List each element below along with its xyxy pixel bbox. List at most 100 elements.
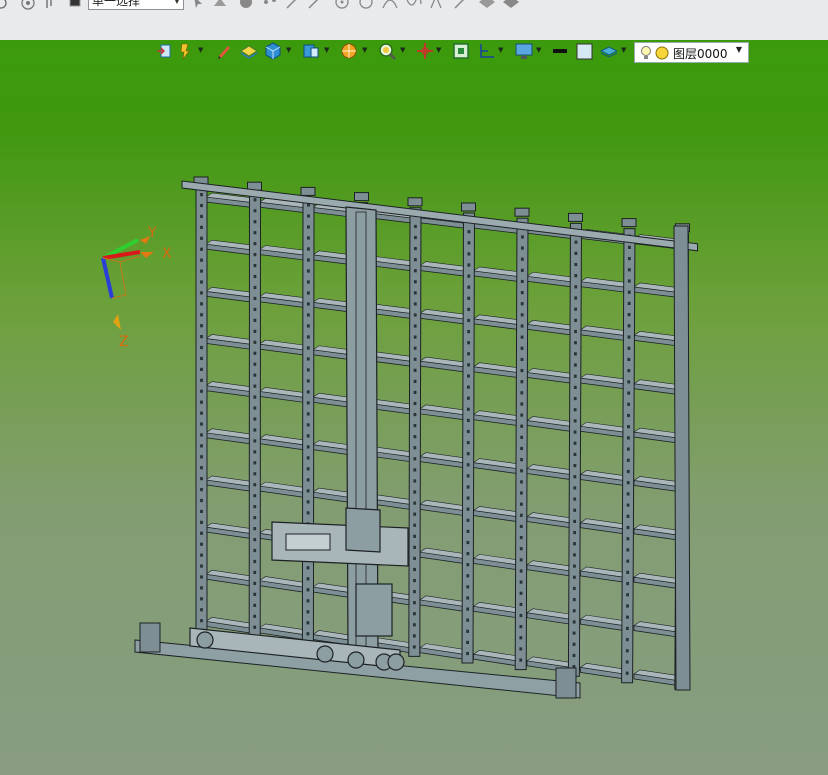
orbit-icon[interactable] <box>20 0 36 10</box>
rack-column-hole <box>253 516 257 520</box>
select-mode-dropdown[interactable]: 单一选择 ▼ <box>88 0 184 10</box>
rack-column-hole <box>466 463 470 467</box>
rack-column-hole <box>200 433 203 437</box>
rack-column-hole <box>627 369 631 373</box>
polyline-icon[interactable] <box>430 0 446 10</box>
rack-column-hole <box>519 613 523 618</box>
rack-column-hole <box>306 291 310 295</box>
rack-column-hole <box>306 511 310 515</box>
circle-center-icon[interactable] <box>334 0 350 10</box>
rack-column-cap <box>568 212 583 222</box>
pointer-icon[interactable] <box>192 0 204 8</box>
rack-column-hole <box>253 559 257 564</box>
rack-column-hole <box>306 423 310 427</box>
pan-icon[interactable] <box>44 0 58 10</box>
rack-column-hole <box>573 486 577 490</box>
rack-column-hole <box>520 313 524 317</box>
crane-fork <box>285 533 331 551</box>
rack-column-hole <box>627 425 630 429</box>
rack-column-hole <box>627 324 631 328</box>
rack-column-hole <box>413 401 417 406</box>
rack-column-hole <box>412 623 416 627</box>
color-swatch-icon[interactable] <box>68 0 82 10</box>
rack-column-hole <box>253 231 257 235</box>
rack-column-hole <box>200 509 203 514</box>
rack-column-hole <box>572 575 576 579</box>
crane-cabinet <box>355 583 393 637</box>
rack-column-hole <box>253 373 257 377</box>
rack-column-hole <box>414 235 417 240</box>
crane-wheel <box>387 653 405 671</box>
rack-column-cap <box>514 207 530 217</box>
rack-column-hole <box>467 374 470 378</box>
rack-column-hole <box>200 411 203 415</box>
rack-column-hole <box>519 591 523 595</box>
rack-column-hole <box>200 619 203 623</box>
rack-column-hole <box>200 258 203 262</box>
rack-column-hole <box>253 428 257 432</box>
rack-column-hole <box>413 567 416 572</box>
rack-column-hole <box>253 625 257 629</box>
rack-column-hole <box>626 537 630 541</box>
rack-column-hole <box>626 548 630 552</box>
rack-structure[interactable] <box>134 176 698 699</box>
rack-column-hole <box>306 621 310 625</box>
edge-icon[interactable] <box>454 0 468 10</box>
rack-column-hole <box>306 467 310 471</box>
rack-column-hole <box>466 552 470 556</box>
line-icon[interactable] <box>286 0 300 10</box>
rack-column-hole <box>253 198 257 202</box>
select-point-icon[interactable] <box>262 0 278 10</box>
rack-column-hole <box>573 463 577 468</box>
rack-column-hole <box>572 586 576 591</box>
rack-column-hole <box>307 247 310 251</box>
rack-column-hole <box>306 335 310 339</box>
rack-column-hole <box>413 556 416 561</box>
rack-column-hole <box>519 524 523 529</box>
rack-column-hole <box>626 626 629 630</box>
model-canvas[interactable]: Y X Z <box>0 40 828 775</box>
rack-column-hole <box>626 514 630 518</box>
rack-column-hole <box>467 352 470 356</box>
select-body-icon[interactable] <box>238 0 254 10</box>
rack-column-hole <box>306 324 310 328</box>
rack-column-hole <box>574 240 578 244</box>
rotate-icon[interactable] <box>0 0 8 10</box>
rack-column-hole <box>467 241 471 245</box>
rack-column-hole <box>306 588 310 592</box>
solid-icon[interactable] <box>502 0 520 10</box>
rack-column <box>301 196 315 644</box>
rack-column-hole <box>573 452 577 456</box>
rack-column-hole <box>253 307 257 311</box>
3d-viewport[interactable]: ▼ ▼ ▼ ▼ ▼ ▼ ▼ ▼ ▼ 图层0000 ▼ Y X Z <box>0 40 828 775</box>
spline-icon[interactable] <box>406 0 422 10</box>
select-face-icon[interactable] <box>212 0 228 10</box>
rack-column-hole <box>253 406 257 410</box>
rack-column-hole <box>253 220 257 224</box>
rack-column-hole <box>625 637 629 642</box>
rack-column-hole <box>253 209 257 213</box>
rack-column-hole <box>306 632 310 636</box>
rack-column-hole <box>413 346 417 350</box>
rack-column-hole <box>625 660 629 664</box>
rack-column-hole <box>467 307 471 311</box>
rack-column-hole <box>306 302 310 306</box>
rack-column-hole <box>200 466 203 470</box>
arrow-line-icon[interactable] <box>308 0 322 10</box>
rack-column-hole <box>520 380 524 384</box>
rack-column-hole <box>200 367 203 371</box>
rack-column-hole <box>413 379 417 383</box>
rack-column-hole <box>520 357 524 362</box>
rack-column-hole <box>573 530 576 535</box>
rack-column-hole <box>573 374 577 378</box>
rack-column-hole <box>467 396 470 400</box>
rack-column-hole <box>306 280 310 284</box>
rack-column-hole <box>413 424 417 428</box>
surface-icon[interactable] <box>478 0 496 10</box>
rack-column-hole <box>306 390 310 394</box>
rack-column-hole <box>200 214 203 219</box>
rack-column-hole <box>413 468 417 472</box>
circle-icon[interactable] <box>358 0 374 10</box>
curve-icon[interactable] <box>382 0 398 10</box>
rack-column-hole <box>573 430 577 434</box>
